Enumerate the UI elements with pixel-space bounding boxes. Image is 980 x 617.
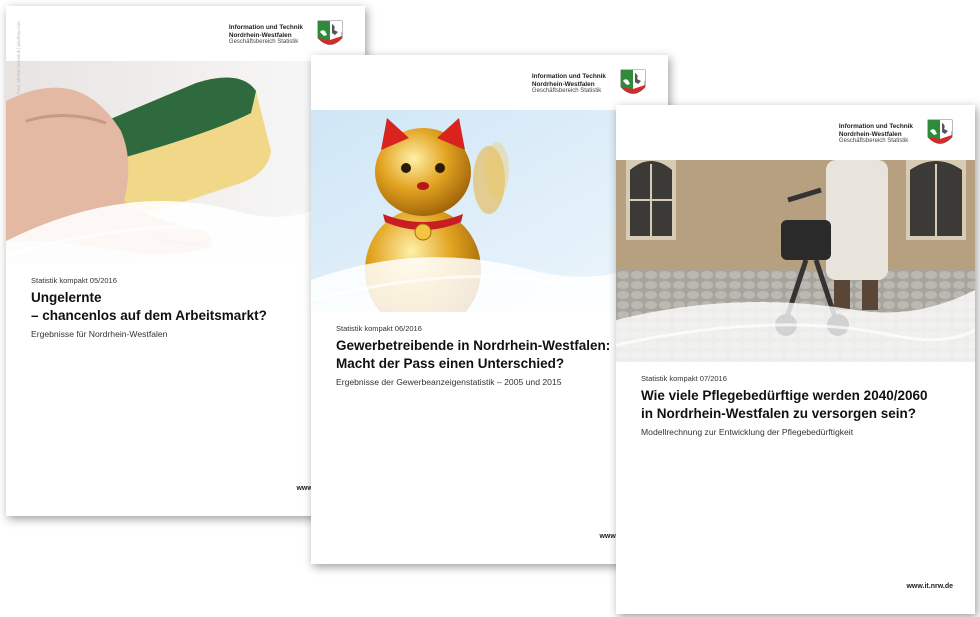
series-label: Statistik kompakt 05/2016 — [31, 276, 117, 285]
series-label: Statistik kompakt 07/2016 — [641, 374, 727, 383]
cover-title: Gewerbetreibende in Nordrhein-Westfalen:… — [336, 338, 611, 371]
publisher-name: Information und Technik Nordrhein-Westfa… — [838, 123, 913, 145]
publisher-name: Information und Technik Nordrhein-Westfa… — [228, 24, 303, 46]
cover-photo-rollator — [616, 160, 975, 362]
nrw-crest-icon — [927, 119, 953, 144]
cover-subtitle: Modellrechnung zur Entwicklung der Pfleg… — [641, 427, 854, 437]
website-link[interactable]: www.it.nrw.de — [906, 583, 953, 590]
publication-cover-06-2016[interactable]: Information und Technik Nordrhein-Westfa… — [311, 55, 668, 564]
publisher-name: Information und Technik Nordrhein-Westfa… — [531, 73, 606, 95]
series-label: Statistik kompakt 06/2016 — [336, 324, 422, 333]
publication-cover-07-2016[interactable]: Information und Technik Nordrhein-Westfa… — [616, 105, 975, 614]
cover-photo-lucky-cat — [311, 110, 668, 312]
photo-credit: Foto: Michal Jarmoluk | pixabay.com — [16, 21, 21, 94]
cover-subtitle: Ergebnisse der Gewerbeanzeigenstatistik … — [336, 377, 562, 387]
cover-subtitle: Ergebnisse für Nordrhein-Westfalen — [31, 329, 168, 339]
cover-title: Wie viele Pflegebedürftige werden 2040/2… — [641, 388, 928, 421]
cover-title: Ungelernte – chancenlos auf dem Arbeitsm… — [31, 290, 267, 323]
nrw-crest-icon — [620, 69, 646, 94]
nrw-crest-icon — [317, 20, 343, 45]
